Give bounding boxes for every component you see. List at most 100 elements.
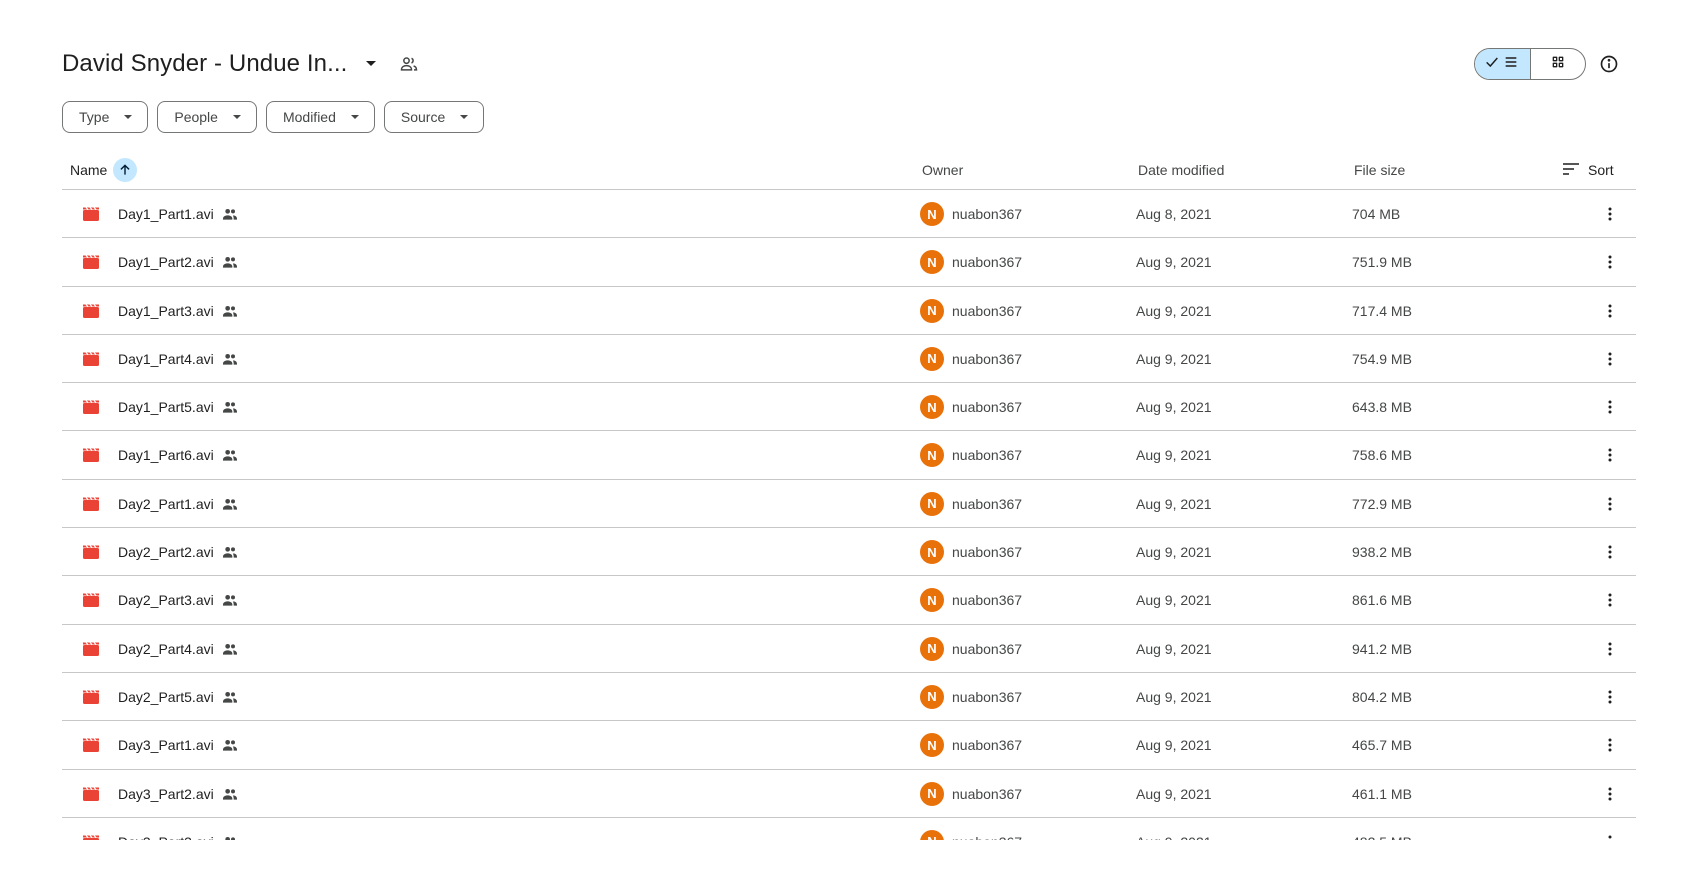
info-icon[interactable]	[1597, 52, 1621, 76]
owner-name: nuabon367	[952, 350, 1023, 367]
grid-view-button[interactable]	[1531, 49, 1586, 79]
filter-chips: Type People Modified Source	[62, 101, 485, 133]
file-row[interactable]: Day1_Part2.avi N nuabon367 Aug 9, 2021 7…	[62, 238, 1636, 287]
more-vert-icon[interactable]	[1598, 383, 1622, 431]
date-modified: Aug 9, 2021	[1136, 737, 1212, 754]
chevron-down-icon	[459, 114, 469, 120]
file-name-cell[interactable]: Day2_Part4.avi	[118, 625, 238, 673]
more-vert-icon[interactable]	[1598, 528, 1622, 576]
video-file-icon	[82, 190, 100, 238]
owner-cell: N nuabon367	[920, 770, 1022, 818]
owner-name: nuabon367	[952, 592, 1023, 609]
filter-source-chip[interactable]: Source	[383, 101, 485, 133]
avatar: N	[920, 298, 944, 323]
file-name-cell[interactable]: Day1_Part2.avi	[118, 238, 238, 286]
owner-name: nuabon367	[952, 254, 1023, 271]
file-row[interactable]: Day3_Part2.avi N nuabon367 Aug 9, 2021 4…	[62, 770, 1636, 818]
folder-title[interactable]: David Snyder - Undue In...	[62, 50, 347, 78]
file-size: 754.9 MB	[1352, 350, 1412, 367]
arrow-upward-icon[interactable]	[113, 158, 138, 182]
file-row[interactable]: Day2_Part5.avi N nuabon367 Aug 9, 2021 8…	[62, 673, 1636, 722]
file-name-cell[interactable]: Day2_Part2.avi	[118, 528, 238, 576]
owner-cell: N nuabon367	[920, 287, 1022, 335]
more-vert-icon[interactable]	[1598, 818, 1622, 840]
folder-header: David Snyder - Undue In...	[62, 44, 421, 84]
chip-label: Type	[79, 109, 110, 125]
more-vert-icon[interactable]	[1598, 576, 1622, 624]
file-name-cell[interactable]: Day3_Part2.avi	[118, 770, 238, 818]
list-view-button[interactable]	[1475, 49, 1531, 79]
column-header-owner[interactable]: Owner	[922, 150, 963, 190]
avatar: N	[920, 781, 944, 806]
more-vert-icon[interactable]	[1598, 625, 1622, 673]
file-row[interactable]: Day3_Part1.avi N nuabon367 Aug 9, 2021 4…	[62, 721, 1636, 770]
sort-label: Sort	[1588, 162, 1614, 178]
filter-people-chip[interactable]: People	[157, 101, 257, 133]
file-list: Day1_Part1.avi N nuabon367 Aug 8, 2021 7…	[62, 190, 1636, 840]
file-row[interactable]: Day1_Part4.avi N nuabon367 Aug 9, 2021 7…	[62, 335, 1636, 384]
column-header-file-size[interactable]: File size	[1354, 150, 1405, 190]
file-row[interactable]: Day2_Part4.avi N nuabon367 Aug 9, 2021 9…	[62, 625, 1636, 673]
shared-people-icon	[222, 642, 238, 656]
more-vert-icon[interactable]	[1598, 770, 1622, 818]
file-size: 482.5 MB	[1352, 818, 1412, 840]
owner-name: nuabon367	[952, 544, 1023, 561]
more-vert-icon[interactable]	[1598, 335, 1622, 383]
file-row[interactable]: Day2_Part1.avi N nuabon367 Aug 9, 2021 7…	[62, 480, 1636, 529]
arrow-drop-down-icon[interactable]	[359, 52, 383, 76]
file-name-cell[interactable]: Day3_Part1.avi	[118, 721, 238, 769]
file-name-cell[interactable]: Day1_Part1.avi	[118, 190, 238, 238]
file-row[interactable]: Day1_Part6.avi N nuabon367 Aug 9, 2021 7…	[62, 431, 1636, 480]
date-modified: Aug 9, 2021	[1136, 254, 1212, 271]
file-row[interactable]: Day2_Part2.avi N nuabon367 Aug 9, 2021 9…	[62, 528, 1636, 577]
shared-people-icon	[222, 304, 238, 318]
avatar: N	[920, 636, 944, 661]
owner-cell: N nuabon367	[920, 383, 1022, 431]
file-table-header: Name Owner Date modified File size Sort	[62, 150, 1636, 190]
more-vert-icon[interactable]	[1598, 721, 1622, 769]
more-vert-icon[interactable]	[1598, 431, 1622, 479]
filter-type-chip[interactable]: Type	[62, 101, 149, 133]
more-vert-icon[interactable]	[1598, 190, 1622, 238]
file-row[interactable]: Day3_Part3.avi N nuabon367 Aug 9, 2021 4…	[62, 818, 1636, 840]
date-modified: Aug 9, 2021	[1136, 447, 1212, 464]
more-vert-icon[interactable]	[1598, 673, 1622, 721]
more-vert-icon[interactable]	[1598, 480, 1622, 528]
file-name-cell[interactable]: Day2_Part5.avi	[118, 673, 238, 721]
owner-cell: N nuabon367	[920, 335, 1022, 383]
shared-people-icon	[222, 690, 238, 704]
file-row[interactable]: Day1_Part5.avi N nuabon367 Aug 9, 2021 6…	[62, 383, 1636, 432]
avatar: N	[920, 540, 944, 565]
file-name-cell[interactable]: Day2_Part3.avi	[118, 576, 238, 624]
sort-button[interactable]: Sort	[1562, 150, 1614, 190]
shared-people-icon	[222, 787, 238, 801]
owner-name: nuabon367	[952, 737, 1023, 754]
shared-people-icon	[222, 497, 238, 511]
file-name-cell[interactable]: Day2_Part1.avi	[118, 480, 238, 528]
file-row[interactable]: Day1_Part1.avi N nuabon367 Aug 8, 2021 7…	[62, 190, 1636, 239]
date-modified: Aug 9, 2021	[1136, 640, 1212, 657]
video-file-icon	[82, 480, 100, 528]
column-label: Name	[70, 162, 108, 178]
file-name-cell[interactable]: Day1_Part6.avi	[118, 431, 238, 479]
more-vert-icon[interactable]	[1598, 287, 1622, 335]
avatar: N	[920, 250, 944, 275]
file-name-cell[interactable]: Day3_Part3.avi	[118, 818, 238, 840]
video-file-icon	[82, 383, 100, 431]
file-row[interactable]: Day2_Part3.avi N nuabon367 Aug 9, 2021 8…	[62, 576, 1636, 625]
file-name: Day1_Part2.avi	[118, 254, 214, 271]
more-vert-icon[interactable]	[1598, 238, 1622, 286]
file-size: 751.9 MB	[1352, 254, 1412, 271]
filter-modified-chip[interactable]: Modified	[265, 101, 375, 133]
column-header-name[interactable]: Name	[70, 150, 138, 190]
avatar: N	[920, 491, 944, 516]
file-name-cell[interactable]: Day1_Part4.avi	[118, 335, 238, 383]
column-header-date-modified[interactable]: Date modified	[1138, 150, 1224, 190]
shared-folder-people-icon[interactable]	[397, 52, 421, 76]
file-name: Day3_Part1.avi	[118, 737, 214, 754]
file-name-cell[interactable]: Day1_Part5.avi	[118, 383, 238, 431]
file-row[interactable]: Day1_Part3.avi N nuabon367 Aug 9, 2021 7…	[62, 287, 1636, 335]
file-name-cell[interactable]: Day1_Part3.avi	[118, 287, 238, 335]
shared-people-icon	[222, 352, 238, 366]
file-name: Day1_Part1.avi	[118, 206, 214, 222]
